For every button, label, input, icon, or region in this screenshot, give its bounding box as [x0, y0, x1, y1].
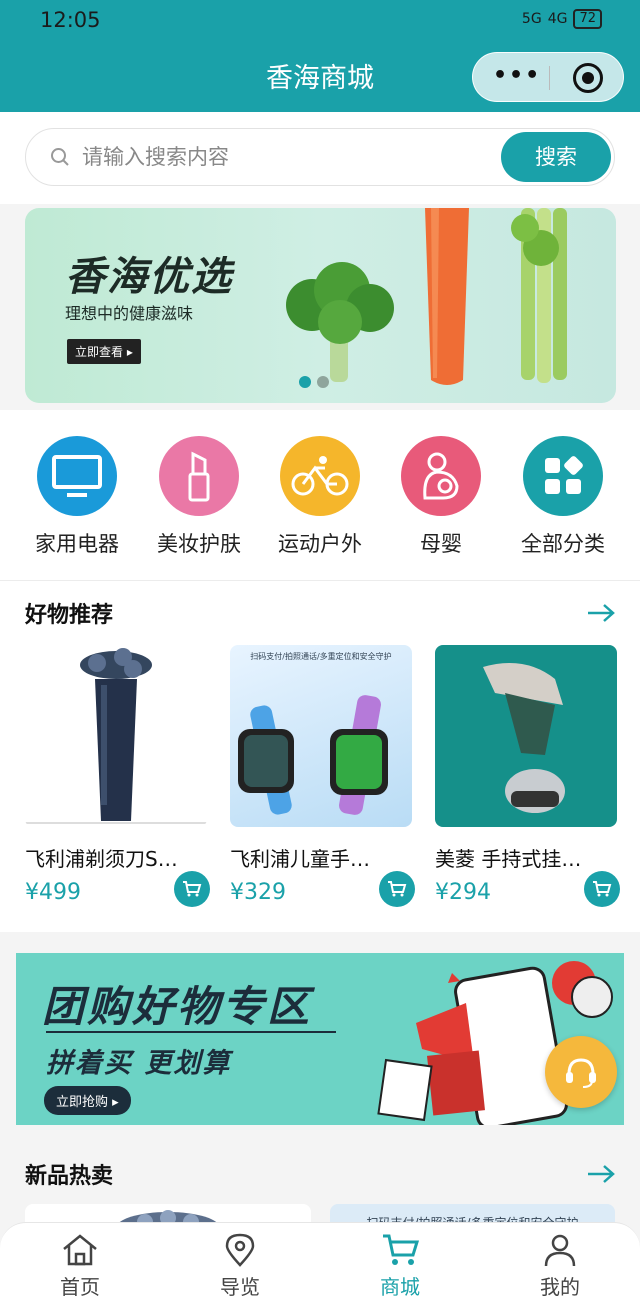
user-icon: [544, 1234, 576, 1267]
cart-icon: [593, 881, 612, 897]
tab-mine[interactable]: 我的: [510, 1233, 610, 1300]
search-button[interactable]: 搜索: [501, 132, 611, 182]
category-label: 美妆护肤: [157, 532, 241, 556]
customer-service-button[interactable]: [545, 1036, 617, 1108]
group-buy-button[interactable]: 立即抢购 ▸: [44, 1086, 131, 1115]
recommend-section: 好物推荐 飞利浦剃须刀S… ¥499 扫码支付/拍照通话/多重定位和安全守护 飞…: [0, 580, 640, 932]
search-icon: [51, 148, 69, 166]
lipstick-icon: [159, 436, 239, 516]
category-beauty[interactable]: 美妆护肤: [144, 436, 254, 558]
add-to-cart-button[interactable]: [174, 871, 210, 907]
headset-icon: [566, 1058, 596, 1088]
group-buy-subtitle: 拼着买 更划算: [46, 1048, 232, 1079]
status-time: 12:05: [40, 8, 101, 32]
tab-label: 导览: [220, 1275, 260, 1299]
broccoli-image: [286, 262, 394, 382]
celery-image: [511, 208, 567, 383]
banner-subtitle: 理想中的健康滋味: [65, 304, 194, 323]
cart-icon: [383, 1234, 419, 1265]
product-image: [25, 645, 207, 827]
promo-banner[interactable]: 香海优选 理想中的健康滋味 立即查看 ▸: [25, 208, 616, 403]
category-label: 母婴: [420, 532, 462, 556]
recommend-title: 好物推荐: [25, 603, 114, 628]
category-all[interactable]: 全部分类: [508, 436, 618, 558]
tab-home[interactable]: 首页: [30, 1233, 130, 1300]
status-bar: 12:05 5G 4G 72: [0, 0, 640, 40]
category-label: 运动户外: [278, 532, 362, 556]
category-label: 全部分类: [521, 532, 605, 556]
carrot-image: [425, 208, 469, 385]
cart-icon: [388, 881, 407, 897]
tab-label: 首页: [60, 1275, 100, 1299]
arrow-right-icon[interactable]: [586, 1164, 616, 1184]
capsule-divider: [549, 66, 550, 90]
category-nav: 家用电器 美妆护肤 运动户外 母婴 全部分类: [0, 410, 640, 580]
product-card-steamer[interactable]: 美菱 手持式挂… ¥294: [435, 645, 620, 907]
product-name: 美菱 手持式挂…: [435, 847, 582, 871]
product-card-kids-watch[interactable]: 扫码支付/拍照通话/多重定位和安全守护 飞利浦儿童手… ¥329: [230, 645, 415, 907]
signal-4g: 4G: [547, 11, 568, 27]
arrow-right-icon[interactable]: [586, 603, 616, 623]
new-hot-title: 新品热卖: [25, 1164, 114, 1189]
category-mother-baby[interactable]: 母婴: [386, 436, 496, 558]
category-label: 家用电器: [35, 532, 119, 556]
banner-title: 香海优选: [65, 254, 233, 300]
cart-icon: [183, 881, 202, 897]
tab-label: 我的: [540, 1275, 580, 1299]
add-to-cart-button[interactable]: [379, 871, 415, 907]
mother-baby-icon: [401, 436, 481, 516]
product-name: 飞利浦剃须刀S…: [25, 847, 178, 871]
grid-icon: [523, 436, 603, 516]
category-appliances[interactable]: 家用电器: [22, 436, 132, 558]
more-dots-icon[interactable]: •••: [493, 63, 541, 88]
search-bar: 搜索: [25, 128, 615, 186]
target-icon[interactable]: [573, 63, 603, 93]
product-image: [435, 645, 617, 827]
tab-mall[interactable]: 商城: [350, 1233, 450, 1300]
carousel-dot-1[interactable]: [299, 376, 311, 388]
bicycle-icon: [280, 436, 360, 516]
product-card-shaver[interactable]: 飞利浦剃须刀S… ¥499: [25, 645, 210, 907]
carousel-dots: [299, 376, 329, 388]
group-buy-title: 团购好物专区: [42, 982, 313, 1031]
banner-divider: [46, 1031, 336, 1033]
location-pin-icon: [225, 1233, 255, 1267]
bottom-tab-bar: 首页 导览 商城 我的: [0, 1222, 640, 1306]
app-header: 香海商城 •••: [0, 40, 640, 112]
battery-indicator: 72: [573, 9, 602, 29]
status-icons: 5G 4G 72: [522, 9, 602, 29]
product-name: 飞利浦儿童手…: [230, 847, 370, 871]
product-image: 扫码支付/拍照通话/多重定位和安全守护: [230, 645, 412, 827]
tab-guide[interactable]: 导览: [190, 1233, 290, 1300]
home-icon: [63, 1234, 97, 1266]
search-input[interactable]: [82, 141, 482, 173]
tv-icon: [37, 436, 117, 516]
mini-program-capsule: •••: [472, 52, 624, 102]
tab-label: 商城: [380, 1275, 420, 1299]
carousel-dot-2[interactable]: [317, 376, 329, 388]
category-sports[interactable]: 运动户外: [265, 436, 375, 558]
add-to-cart-button[interactable]: [584, 871, 620, 907]
signal-5g: 5G: [521, 11, 542, 27]
group-buy-banner[interactable]: 团购好物专区 拼着买 更划算 立即抢购 ▸: [16, 953, 624, 1125]
search-section: 搜索: [0, 112, 640, 204]
banner-view-button[interactable]: 立即查看 ▸: [67, 339, 141, 364]
